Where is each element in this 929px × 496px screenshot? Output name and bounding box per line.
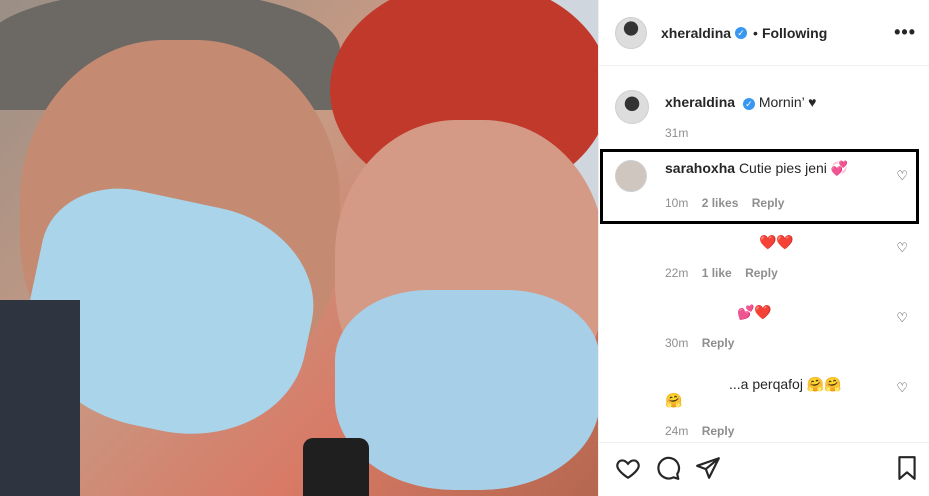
highlight-box	[600, 149, 919, 224]
caption-avatar[interactable]	[615, 90, 649, 124]
caption-time[interactable]: 31m	[665, 126, 688, 140]
author-username[interactable]: xheraldina	[661, 25, 731, 41]
like-heart-icon[interactable]	[615, 455, 641, 481]
reply-button[interactable]: Reply	[702, 424, 735, 438]
comment-time[interactable]: 30m	[665, 336, 688, 350]
reply-button[interactable]: Reply	[702, 336, 735, 350]
post-header: xheraldina ✓ • Following •••	[599, 0, 929, 66]
caption-username[interactable]: xheraldina	[665, 94, 735, 110]
save-bookmark-icon[interactable]	[896, 455, 918, 481]
comment-bubble-icon[interactable]	[655, 455, 681, 481]
comment-like-heart-icon[interactable]: ♡	[896, 310, 908, 326]
more-options-icon[interactable]: •••	[894, 22, 916, 43]
comment-meta: 30m Reply	[665, 336, 744, 350]
post-photo[interactable]	[0, 0, 598, 496]
comment-meta: 24m Reply	[665, 424, 744, 438]
separator-dot: •	[753, 24, 758, 41]
comment-text: ...a perqafoj 🤗🤗	[729, 376, 842, 392]
comment-time[interactable]: 22m	[665, 266, 688, 280]
caption-text: Mornin’ ♥	[758, 94, 817, 110]
comment-meta: 22m 1 like Reply	[665, 266, 788, 280]
reply-button[interactable]: Reply	[745, 266, 778, 280]
microphone	[303, 438, 369, 496]
post-side-panel: xheraldina ✓ • Following ••• xheraldina …	[598, 0, 929, 496]
comment-like-heart-icon[interactable]: ♡	[896, 380, 908, 396]
comment-text: ❤️❤️	[759, 234, 794, 250]
woman-face-mask	[335, 290, 598, 490]
post-actions-bar	[599, 442, 929, 496]
verified-badge-icon: ✓	[735, 26, 748, 39]
man-jacket	[0, 300, 80, 496]
comment-likes[interactable]: 1 like	[702, 266, 732, 280]
comment-like-heart-icon[interactable]: ♡	[896, 240, 908, 256]
comment-text-continued: 🤗	[665, 392, 683, 408]
comment-text: 💕❤️	[737, 304, 772, 320]
comment-time[interactable]: 24m	[665, 424, 688, 438]
author-avatar[interactable]	[615, 16, 647, 49]
caption-line: xheraldina ✓ Mornin’ ♥	[665, 94, 816, 110]
following-button[interactable]: Following	[762, 25, 827, 41]
verified-badge-icon: ✓	[742, 98, 755, 110]
share-paper-plane-icon[interactable]	[695, 455, 721, 481]
